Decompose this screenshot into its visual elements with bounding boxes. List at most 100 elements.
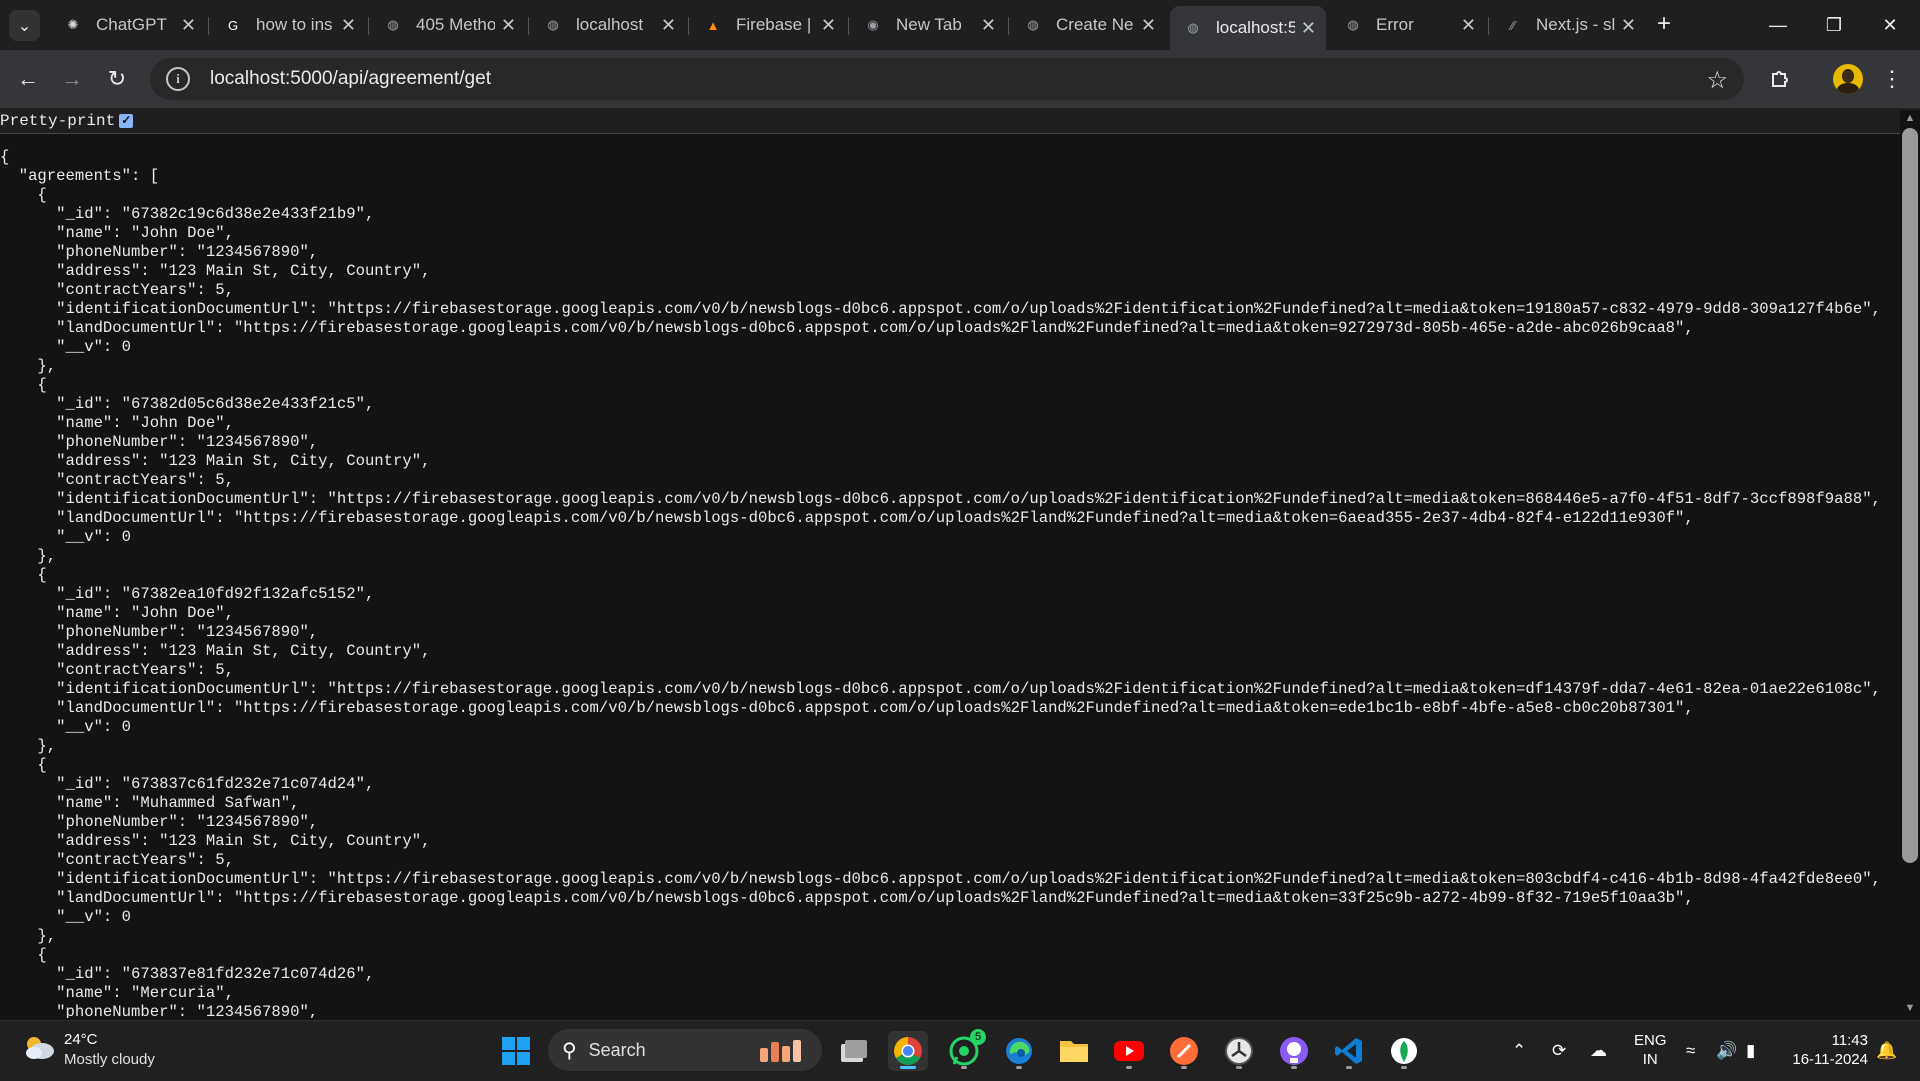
- google-icon: G: [227, 17, 239, 33]
- chrome-icon: [894, 1037, 922, 1065]
- tab-close-icon[interactable]: ✕: [821, 15, 836, 36]
- tab-8[interactable]: ◍ localhost:5 ✕: [1170, 6, 1326, 50]
- taskbar-edge[interactable]: [999, 1031, 1039, 1071]
- tab-5[interactable]: ▲ Firebase | (✕: [690, 6, 846, 44]
- restore-icon: ❐: [1825, 14, 1843, 35]
- task-view-icon: [841, 1040, 867, 1062]
- pretty-print-checkbox[interactable]: ✓: [119, 113, 134, 128]
- close-window-button[interactable]: ✕: [1862, 0, 1918, 50]
- json-line: "phoneNumber": "1234567890",: [0, 623, 319, 641]
- cloud-offline-icon[interactable]: ☁: [1590, 1041, 1607, 1061]
- tab-close-icon[interactable]: ✕: [661, 15, 676, 36]
- tab-4[interactable]: ◍ localhost ✕: [530, 6, 686, 44]
- pretty-print-toggle[interactable]: Pretty-print ✓: [0, 112, 134, 130]
- scrollbar-thumb[interactable]: [1902, 128, 1918, 863]
- json-line: "address": "123 Main St, City, Country",: [0, 832, 431, 850]
- running-indicator: [1401, 1066, 1407, 1069]
- taskbar-mongodb[interactable]: [1384, 1031, 1424, 1071]
- tab-10[interactable]: ⁄⁄ Next.js - sl ✕: [1490, 6, 1646, 44]
- json-line: "phoneNumber": "1234567890",: [0, 243, 319, 261]
- notification-bell-icon[interactable]: 🔔: [1876, 1041, 1897, 1061]
- new-tab-button[interactable]: +: [1650, 10, 1678, 38]
- tab-title: Error: [1376, 15, 1414, 34]
- taskbar-vscode[interactable]: [1329, 1031, 1369, 1071]
- system-clock[interactable]: 11:43 16-11-2024: [1786, 1031, 1868, 1069]
- json-line: "landDocumentUrl": "https://firebasestor…: [0, 509, 1694, 527]
- json-line: "address": "123 Main St, City, Country",: [0, 452, 431, 470]
- json-line: {: [0, 946, 47, 964]
- browser-menu-button[interactable]: ⋮: [1880, 63, 1904, 95]
- tab-close-icon[interactable]: ✕: [1621, 15, 1636, 36]
- tab-title: localhost: [576, 15, 644, 34]
- tab-3[interactable]: ◍ 405 Metho ✕: [370, 6, 526, 44]
- restore-button[interactable]: ❐: [1806, 0, 1862, 50]
- taskbar-file-explorer[interactable]: [1054, 1031, 1094, 1071]
- json-line: "name": "Mercuria",: [0, 984, 234, 1002]
- extensions-button[interactable]: [1764, 63, 1796, 95]
- tab-title: localhost:5: [1216, 18, 1295, 37]
- tray-overflow-chevron-icon[interactable]: ⌃: [1512, 1041, 1526, 1061]
- tab-search-button[interactable]: ⌄: [9, 10, 40, 41]
- scroll-up-arrow-icon[interactable]: ▲: [1902, 112, 1918, 128]
- address-url[interactable]: localhost:5000/api/agreement/get: [210, 68, 491, 90]
- tab-title: Firebase | (: [736, 15, 815, 34]
- site-info-icon[interactable]: i: [166, 67, 190, 91]
- tab-separator: [208, 17, 209, 35]
- json-line: "name": "John Doe",: [0, 224, 234, 242]
- tab-close-icon[interactable]: ✕: [341, 15, 356, 36]
- taskbar-postman[interactable]: [1164, 1031, 1204, 1071]
- tab-separator: [1008, 17, 1009, 35]
- weather-temp: 24°C: [64, 1031, 98, 1048]
- task-view-button[interactable]: [834, 1031, 874, 1071]
- json-line: "phoneNumber": "1234567890",: [0, 433, 319, 451]
- tab-close-icon[interactable]: ✕: [981, 15, 996, 36]
- tab-close-icon[interactable]: ✕: [181, 15, 196, 36]
- tab-1[interactable]: ✺ ChatGPT ✕: [50, 6, 206, 44]
- wifi-icon[interactable]: ≈: [1686, 1041, 1695, 1061]
- taskbar-chrome[interactable]: [888, 1031, 928, 1071]
- json-line: {: [0, 566, 47, 584]
- tab-strip: ⌄ ✺ ChatGPT ✕ Ghow to ins ✕ ◍ 405 Metho ✕ ◍ local…: [0, 0, 1920, 50]
- json-line: "_id": "67382d05c6d38e2e433f21c5",: [0, 395, 375, 413]
- address-bar[interactable]: i localhost:5000/api/agreement/get ☆: [150, 58, 1744, 100]
- tab-close-icon[interactable]: ✕: [501, 15, 516, 36]
- tab-close-icon[interactable]: ✕: [1461, 15, 1476, 36]
- start-button[interactable]: [496, 1031, 536, 1071]
- profile-avatar[interactable]: [1833, 64, 1863, 94]
- scroll-down-arrow-icon[interactable]: ▼: [1902, 1002, 1918, 1018]
- tab-title: New Tab: [896, 15, 962, 34]
- tab-7[interactable]: ◍ Create Ne ✕: [1010, 6, 1166, 44]
- tab-6[interactable]: ◉ New Tab ✕: [850, 6, 1006, 44]
- tab-title: Next.js - sl: [1536, 15, 1615, 34]
- running-indicator: [1181, 1066, 1187, 1069]
- tab-2[interactable]: Ghow to ins ✕: [210, 6, 366, 44]
- postman-icon: [1170, 1037, 1198, 1065]
- json-line: "_id": "673837c61fd232e71c074d24",: [0, 775, 375, 793]
- edge-icon: [1006, 1038, 1032, 1064]
- taskbar-whatsapp[interactable]: 5: [944, 1029, 986, 1071]
- taskbar-clock-app[interactable]: [1219, 1031, 1259, 1071]
- battery-icon[interactable]: ▮: [1746, 1041, 1755, 1061]
- reload-button[interactable]: ↻: [101, 63, 133, 95]
- minimize-button[interactable]: —: [1750, 0, 1806, 50]
- taskbar-search[interactable]: ⚲ Search: [548, 1029, 822, 1071]
- back-button[interactable]: ←: [12, 63, 44, 95]
- language-indicator[interactable]: ENG IN: [1634, 1031, 1667, 1069]
- folder-icon: [1060, 1041, 1088, 1062]
- json-line: {: [0, 148, 10, 166]
- forward-button[interactable]: →: [56, 63, 88, 95]
- taskbar-github[interactable]: [1274, 1031, 1314, 1071]
- json-line: "phoneNumber": "1234567890",: [0, 813, 319, 831]
- sync-icon[interactable]: ⟳: [1552, 1041, 1566, 1061]
- lang-line1: ENG: [1634, 1032, 1667, 1049]
- json-response-viewer: { "agreements": [ { "_id": "67382c19c6d3…: [0, 148, 1896, 1018]
- volume-icon[interactable]: 🔊: [1716, 1041, 1737, 1061]
- tab-9[interactable]: ◍ Error ✕: [1330, 6, 1486, 44]
- taskbar-youtube[interactable]: [1109, 1031, 1149, 1071]
- json-line: "name": "John Doe",: [0, 414, 234, 432]
- bookmark-star-icon[interactable]: ☆: [1706, 66, 1728, 95]
- browser-toolbar: ← → ↻ i localhost:5000/api/agreement/get…: [0, 50, 1920, 108]
- tab-close-icon[interactable]: ✕: [1301, 18, 1316, 39]
- tab-close-icon[interactable]: ✕: [1141, 15, 1156, 36]
- chevron-down-icon: ⌄: [17, 17, 32, 35]
